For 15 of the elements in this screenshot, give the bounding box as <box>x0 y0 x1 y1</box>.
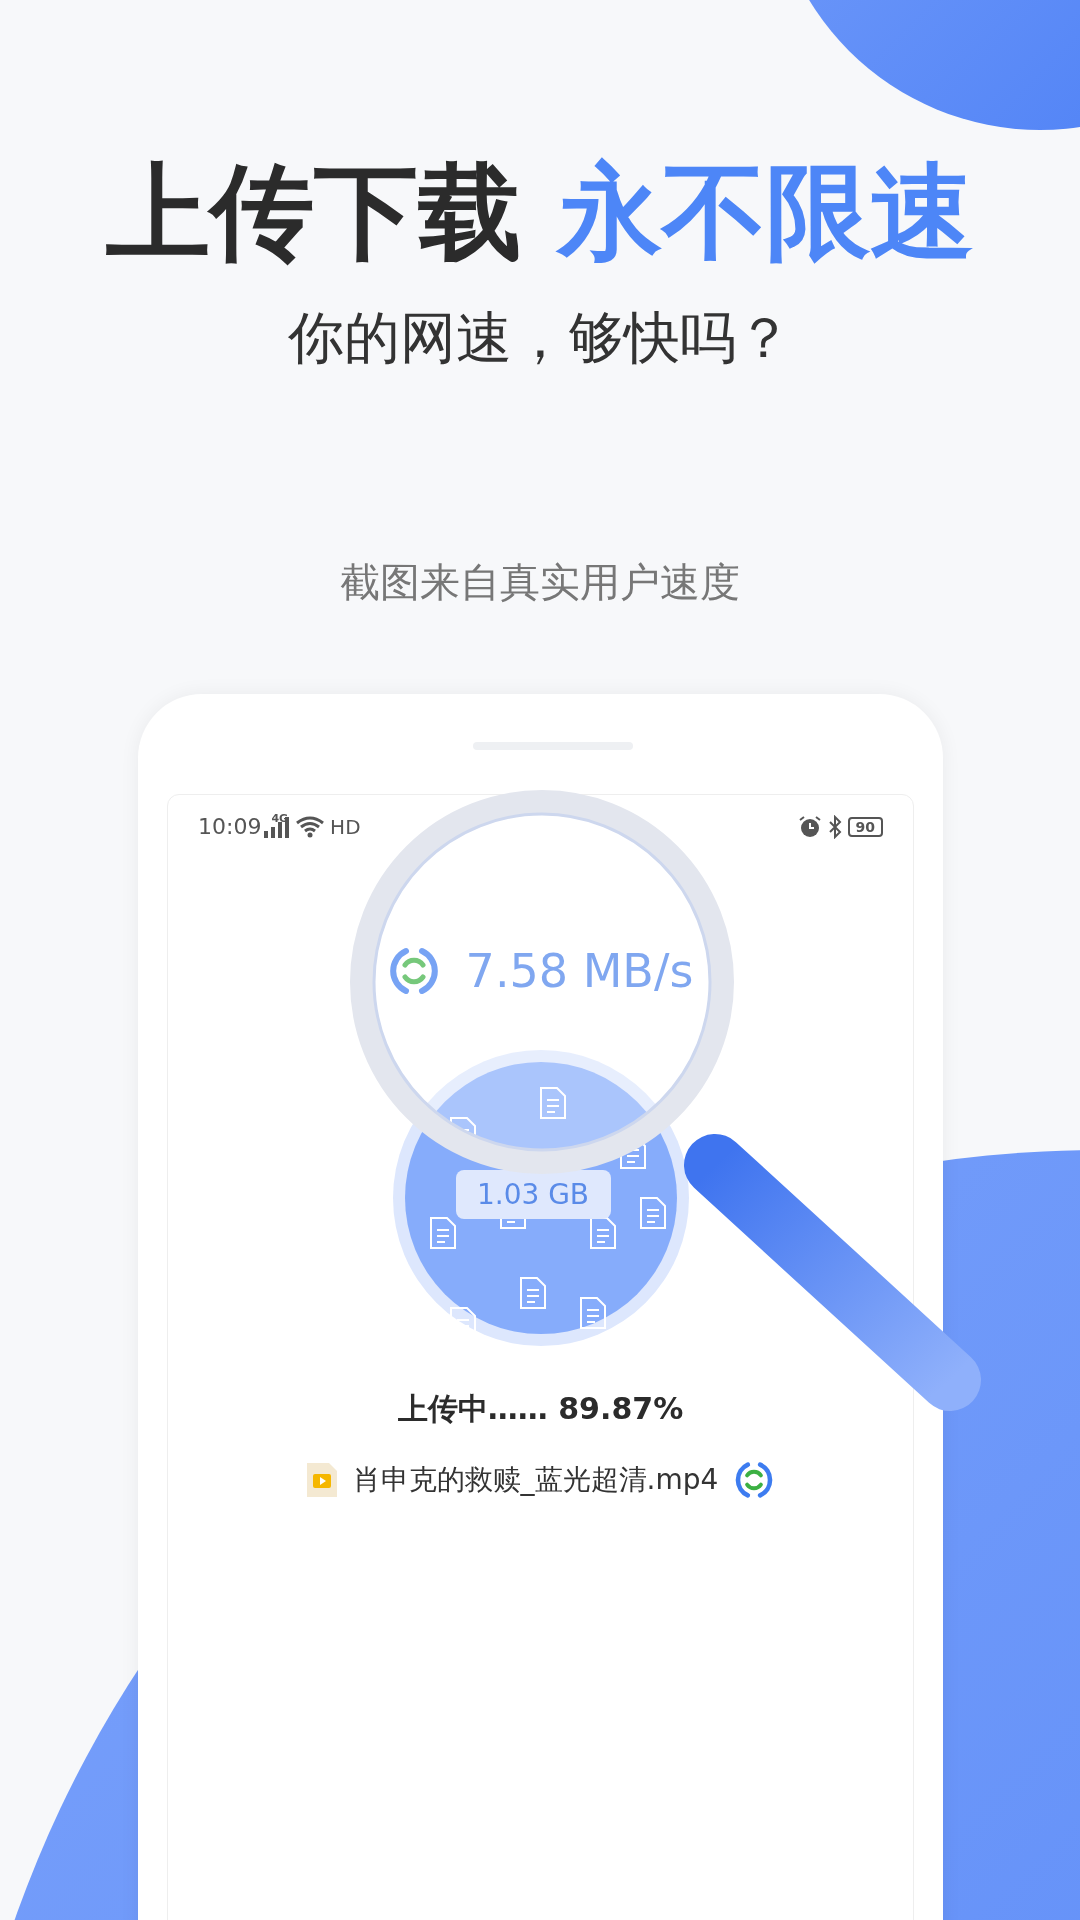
video-file-icon <box>306 1462 337 1497</box>
bluetooth-icon <box>827 814 842 839</box>
speed-reading: 7.58 MB/s <box>465 943 694 998</box>
sync-icon <box>734 1459 775 1500</box>
file-name: 肖申克的救赎_蓝光超清.mp4 <box>352 1461 719 1498</box>
status-time: 10:09 <box>198 814 262 840</box>
hd-label: HD <box>330 814 361 839</box>
headline: 上传下载 永不限速 <box>105 150 975 275</box>
subtitle: 你的网速，够快吗？ <box>288 303 792 372</box>
wifi-icon <box>296 815 325 838</box>
battery-level: 90 <box>847 816 883 837</box>
alarm-icon <box>797 814 822 839</box>
caption: 截图来自真实用户速度 <box>340 557 740 607</box>
file-size: 1.03 GB <box>455 1169 611 1219</box>
signal-icon <box>264 815 291 838</box>
